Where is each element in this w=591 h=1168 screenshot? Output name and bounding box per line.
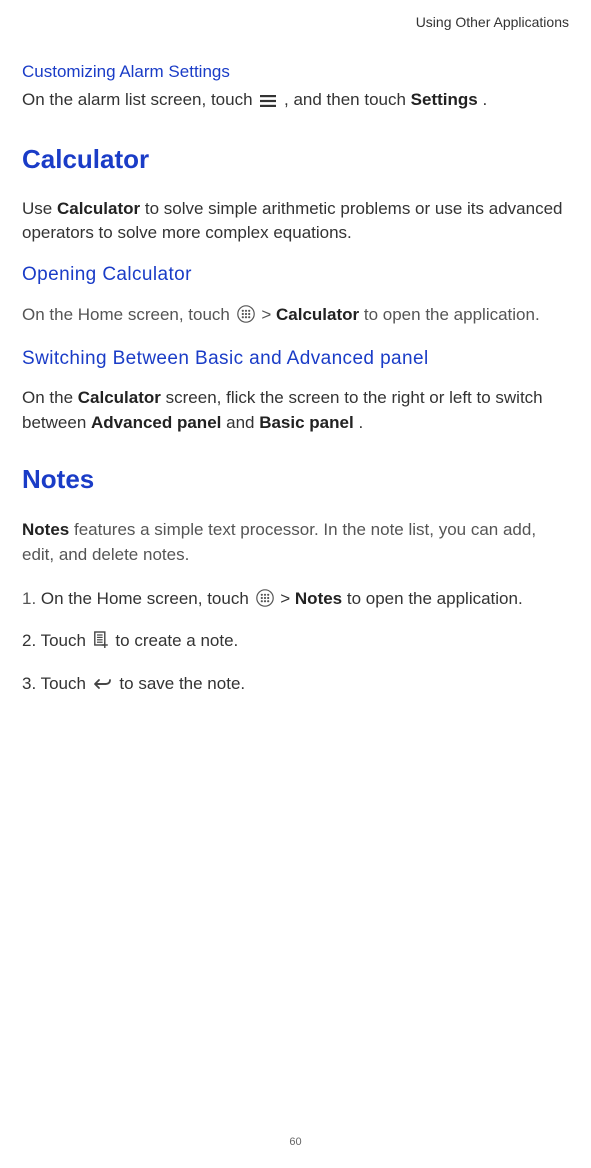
text-fragment: > [261, 305, 276, 324]
text-fragment: On the alarm list screen, touch [22, 90, 257, 109]
text-fragment: to save the note. [119, 674, 245, 693]
text-fragment: . [358, 413, 363, 432]
text-fragment: to create a note. [115, 631, 238, 650]
heading-opening-calculator: Opening Calculator [22, 264, 569, 286]
calculator-intro: Use Calculator to solve simple arithmeti… [22, 197, 569, 246]
text-bold: Calculator [276, 305, 359, 324]
back-icon [93, 674, 113, 700]
text-fragment: On the Home screen, touch [22, 305, 235, 324]
text-fragment: to open the application. [347, 589, 523, 608]
apps-grid-icon [256, 589, 274, 615]
notes-step-2: 2. Touch to create a note. [22, 628, 569, 657]
running-header: Using Other Applications [22, 14, 569, 30]
switching-instruction: On the Calculator screen, flick the scre… [22, 386, 569, 435]
text-fragment: > [280, 589, 295, 608]
text-bold: Calculator [57, 199, 140, 218]
text-fragment: Use [22, 199, 57, 218]
menu-icon [259, 91, 277, 116]
heading-switching-panels: Switching Between Basic and Advanced pan… [22, 348, 569, 370]
text-fragment: On the Home screen, touch [41, 589, 254, 608]
text-fragment: features a simple text processor. In the… [22, 520, 536, 565]
text-bold: Notes [295, 589, 342, 608]
text-fragment: and [226, 413, 259, 432]
new-note-icon [93, 631, 109, 657]
apps-grid-icon [237, 305, 255, 331]
heading-notes: Notes [22, 464, 569, 495]
notes-step-3: 3. Touch to save the note. [22, 671, 569, 700]
text-bold: Advanced panel [91, 413, 221, 432]
text-bold: Basic panel [259, 413, 354, 432]
alarm-instruction: On the alarm list screen, touch , and th… [22, 88, 569, 116]
notes-step-1: 1. On the Home screen, touch > Notes to … [22, 586, 569, 615]
text-bold: Calculator [78, 388, 161, 407]
heading-customizing-alarm: Customizing Alarm Settings [22, 62, 569, 82]
text-bold: Notes [22, 520, 69, 539]
text-fragment: On the [22, 388, 78, 407]
heading-calculator: Calculator [22, 144, 569, 175]
text-fragment: , and then touch [284, 90, 411, 109]
text-fragment: to open the application. [364, 305, 540, 324]
text-fragment: 2. Touch [22, 631, 91, 650]
notes-intro: Notes features a simple text processor. … [22, 517, 569, 568]
text-fragment: 3. Touch [22, 674, 91, 693]
text-bold: Settings [411, 90, 478, 109]
step-number: 1. [22, 589, 41, 608]
text-fragment: . [482, 90, 487, 109]
page-number: 60 [0, 1136, 591, 1148]
open-calculator-instruction: On the Home screen, touch > Calculator t… [22, 302, 569, 331]
